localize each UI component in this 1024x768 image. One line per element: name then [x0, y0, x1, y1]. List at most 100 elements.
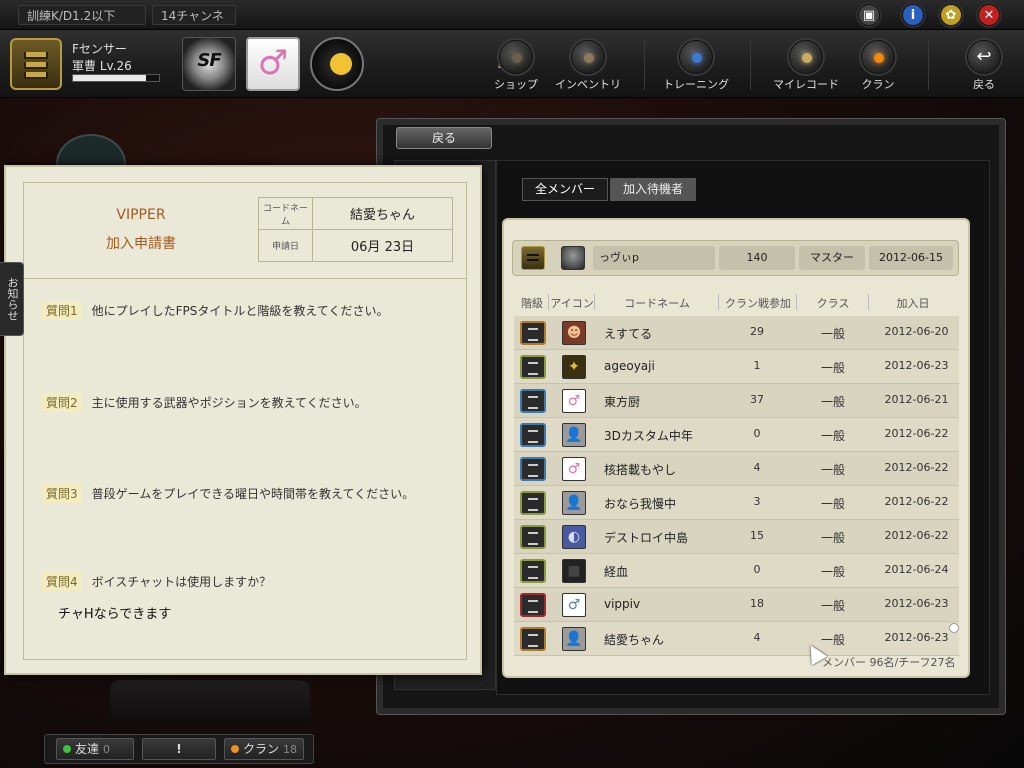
member-rank-icon: [520, 423, 546, 447]
col-class[interactable]: クラス: [798, 295, 868, 311]
alert-button[interactable]: !: [142, 738, 216, 760]
col-codename[interactable]: コードネーム: [596, 295, 718, 311]
member-class: 一般: [820, 565, 845, 579]
nav-training-button[interactable]: トレーニング: [656, 34, 736, 94]
member-rank-icon: [520, 355, 546, 379]
member-row[interactable]: ☻ えすてる 29 一般 2012-06-20: [514, 316, 959, 350]
training-icon: [679, 40, 713, 74]
member-row[interactable]: ◐ デストロイ中島 15 一般 2012-06-22: [514, 520, 959, 554]
member-rank-icon: [520, 491, 546, 515]
member-name: 東方厨: [604, 395, 641, 409]
member-row[interactable]: ♂ 核搭載もやし 4 一般 2012-06-22: [514, 452, 959, 486]
member-participation: 4: [753, 461, 761, 474]
master-participation: 140: [719, 246, 795, 270]
notice-side-tab[interactable]: お知らせ: [0, 262, 24, 336]
member-avatar-icon: 👤: [562, 423, 586, 447]
form-title: 加入申請書: [106, 236, 176, 252]
nav-back-button[interactable]: ↩ 戻る: [944, 34, 1024, 94]
master-rank-icon: [521, 246, 545, 270]
screenshot-icon[interactable]: ▣: [858, 4, 880, 26]
member-row[interactable]: ♂ vippiv 18 一般 2012-06-23: [514, 588, 959, 622]
member-class: 一般: [820, 463, 845, 477]
sf2-logo-text: SF: [197, 50, 221, 71]
member-row[interactable]: ■ 経血 0 一般 2012-06-24: [514, 554, 959, 588]
member-name: えすてる: [604, 327, 653, 341]
member-name: 経血: [604, 565, 629, 579]
member-avatar-icon: ♂: [562, 457, 586, 481]
close-icon[interactable]: ✕: [978, 4, 1000, 26]
question-1-text: 他にプレイしたFPSタイトルと階級を教えてください。: [91, 304, 389, 318]
col-rank[interactable]: 階級: [518, 295, 546, 311]
nav-shop-button[interactable]: ショップ: [476, 34, 556, 94]
application-form-header: VIPPER 加入申請書 コードネーム 結愛ちゃん 申請日 06月 23日: [24, 183, 466, 279]
member-joined-date: 2012-06-22: [884, 427, 949, 440]
member-joined-date: 2012-06-22: [884, 495, 949, 508]
member-rank-icon: [520, 525, 546, 549]
member-row[interactable]: ✦ ageoyaji 1 一般 2012-06-23: [514, 350, 959, 384]
application-form-frame: VIPPER 加入申請書 コードネーム 結愛ちゃん 申請日 06月 23日 質問…: [23, 182, 467, 660]
member-joined-date: 2012-06-23: [884, 597, 949, 610]
info-icon[interactable]: i: [902, 4, 924, 26]
nav-myrecord-button[interactable]: マイレコード: [766, 34, 846, 94]
member-class: 一般: [820, 497, 845, 511]
top-strip: 訓練K/D1.2以下 14チャンネル ▣ i ✿ ✕: [0, 0, 1024, 43]
member-participation: 15: [750, 529, 764, 542]
clan-chat-button[interactable]: クラン 18: [224, 738, 304, 760]
question-1-number: 質問1: [42, 301, 82, 320]
member-participation: 18: [750, 597, 764, 610]
member-name: デストロイ中島: [604, 531, 689, 545]
member-class: 一般: [820, 327, 845, 341]
night-mode-icon[interactable]: [310, 37, 364, 91]
member-row[interactable]: 👤 おなら我慢中 3 一般 2012-06-22: [514, 486, 959, 520]
nav-clan-button[interactable]: クラン: [838, 34, 918, 94]
nav-clan-label: クラン: [861, 78, 895, 91]
channel-filter-label: 訓練K/D1.2以下: [18, 5, 146, 25]
member-rank-icon: [520, 593, 546, 617]
master-date: 2012-06-15: [869, 246, 953, 270]
codename-value: 結愛ちゃん: [312, 197, 453, 230]
character-boots-image: [110, 680, 310, 724]
back-arrow-icon: ↩: [967, 40, 1001, 74]
question-3-text: 普段ゲームをプレイできる曜日や時間帯を教えてください。: [91, 487, 415, 501]
col-participation[interactable]: クラン戦参加: [720, 295, 796, 311]
question-2: 質問2 主に使用する武器やポジションを教えてください。: [42, 393, 367, 412]
codename-key: コードネーム: [258, 197, 313, 230]
friends-label: 友達: [75, 742, 100, 756]
member-joined-date: 2012-06-23: [884, 359, 949, 372]
member-rank-icon: [520, 321, 546, 345]
member-participation: 37: [750, 393, 764, 406]
settings-icon[interactable]: ✿: [940, 4, 962, 26]
member-class: 一般: [820, 429, 845, 443]
friends-button[interactable]: 友達 0: [56, 738, 134, 760]
member-avatar-icon: ♂: [562, 389, 586, 413]
clan-chat-label: クラン: [243, 742, 280, 756]
question-2-number: 質問2: [42, 393, 82, 412]
date-value: 06月 23日: [312, 229, 453, 262]
question-4-text: ボイスチャットは使用しますか？: [91, 575, 272, 589]
col-joined[interactable]: 加入日: [870, 295, 956, 311]
tab-all-members[interactable]: 全メンバー: [522, 178, 609, 201]
question-1: 質問1 他にプレイしたFPSタイトルと階級を教えてください。: [42, 301, 388, 320]
main-header: Fセンサー 軍曹 Lv.26 SF ♂ NEW ショップ インベントリ トレーニ…: [0, 30, 1024, 98]
member-row[interactable]: ♂ 東方厨 37 一般 2012-06-21: [514, 384, 959, 418]
clan-window-back-button[interactable]: 戻る: [396, 127, 492, 149]
master-row[interactable]: っヴぃp 140 マスター 2012-06-15: [512, 240, 959, 276]
member-row[interactable]: 👤 結愛ちゃん 4 一般 2012-06-23: [514, 622, 959, 656]
member-participation: 1: [753, 359, 761, 372]
member-row[interactable]: 👤 3Dカスタム中年 0 一般 2012-06-22: [514, 418, 959, 452]
tab-pending-members[interactable]: 加入待機者: [610, 178, 697, 201]
col-icon[interactable]: アイコン: [550, 295, 594, 311]
rank-badge-icon[interactable]: [10, 38, 62, 90]
member-avatar-icon: ✦: [562, 355, 586, 379]
member-class: 一般: [820, 531, 845, 545]
question-4-answer: チャHならできます: [58, 607, 172, 622]
user-rank: 軍曹 Lv.26: [72, 59, 132, 73]
question-3: 質問3 普段ゲームをプレイできる曜日や時間帯を教えてください。: [42, 484, 414, 503]
member-count: メンバー 96名/チーフ27名: [822, 656, 956, 669]
nav-myrecord-label: マイレコード: [773, 78, 839, 91]
gender-icon[interactable]: ♂: [246, 37, 300, 91]
nav-inventory-button[interactable]: インベントリ: [548, 34, 628, 94]
channel-label: 14チャンネル: [152, 5, 236, 43]
member-list-scrollbar[interactable]: [949, 623, 959, 633]
inventory-icon: [571, 40, 605, 74]
